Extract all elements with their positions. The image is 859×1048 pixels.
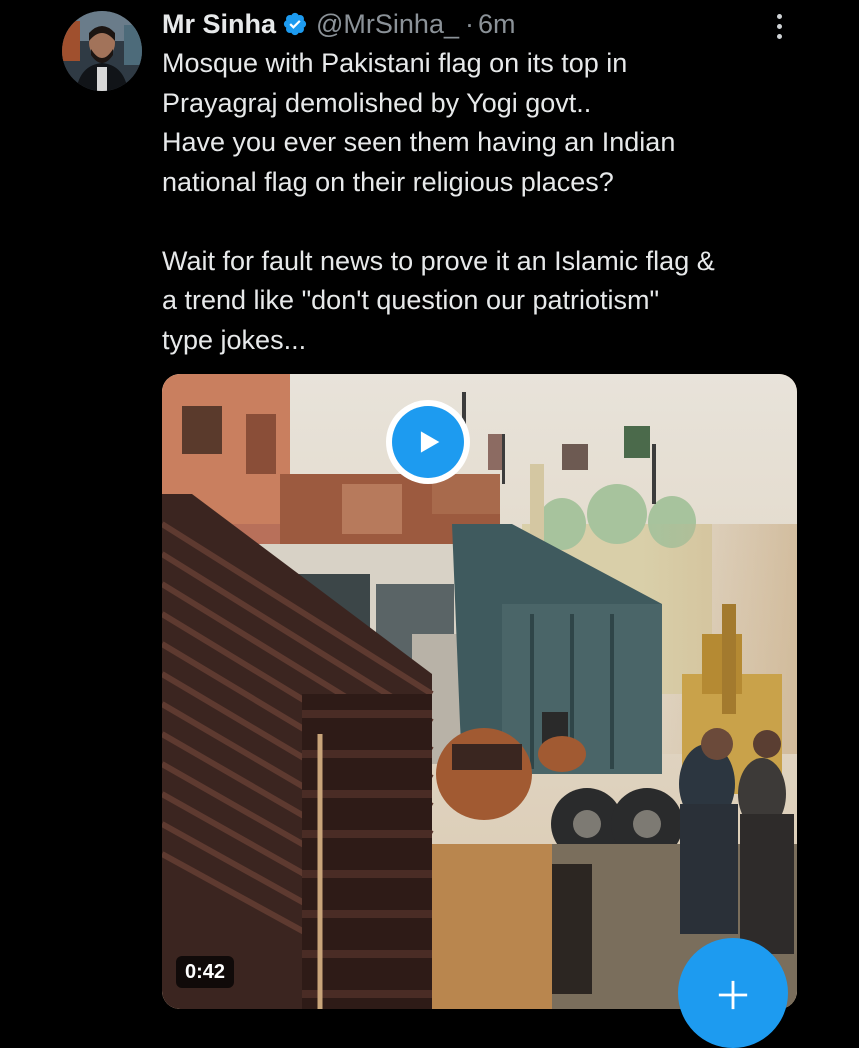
more-dot bbox=[776, 13, 782, 19]
tweet-text-line: Prayagraj demolished by Yogi govt.. bbox=[162, 87, 592, 118]
tweet-text-line: Wait for fault news to prove it an Islam… bbox=[162, 245, 715, 276]
tweet-timestamp[interactable]: 6m bbox=[478, 6, 516, 42]
author-handle[interactable]: @MrSinha_ bbox=[316, 6, 459, 42]
video-duration-badge: 0:42 bbox=[176, 956, 235, 988]
author-display-name[interactable]: Mr Sinha bbox=[162, 6, 276, 42]
verified-badge-icon bbox=[282, 11, 308, 37]
play-icon bbox=[392, 406, 464, 478]
plus-icon bbox=[718, 980, 748, 1010]
video-player[interactable]: 0:42 bbox=[162, 374, 797, 1009]
compose-tweet-button[interactable] bbox=[678, 938, 788, 1048]
more-dot bbox=[776, 23, 782, 29]
video-thumbnail bbox=[162, 374, 797, 1009]
tweet-text-blank-line bbox=[162, 202, 822, 242]
more-options-icon[interactable] bbox=[764, 8, 794, 44]
avatar-photo bbox=[62, 11, 142, 91]
avatar[interactable] bbox=[62, 11, 142, 91]
tweet-text: Mosque with Pakistani flag on its top in… bbox=[162, 44, 822, 360]
more-dot bbox=[776, 33, 782, 39]
tweet-header: Mr Sinha @MrSinha_ · 6m bbox=[162, 6, 516, 42]
tweet-text-line: Mosque with Pakistani flag on its top in bbox=[162, 48, 628, 78]
play-button[interactable] bbox=[386, 400, 470, 484]
tweet-text-line: Have you ever seen them having an Indian bbox=[162, 127, 676, 157]
tweet-text-line: type jokes... bbox=[162, 324, 307, 355]
tweet-text-line: a trend like "don't question our patriot… bbox=[162, 285, 660, 315]
tweet-text-line: national flag on their religious places? bbox=[162, 166, 614, 197]
separator-dot: · bbox=[464, 9, 474, 39]
